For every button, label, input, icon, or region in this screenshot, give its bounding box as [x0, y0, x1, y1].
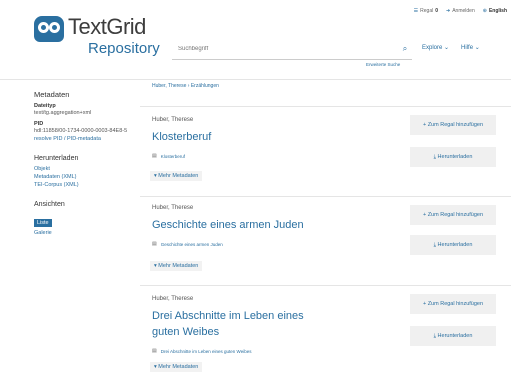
more-metadata-button[interactable]: ▾ Mehr Metadaten [150, 261, 203, 271]
document-icon: ▤ [152, 153, 157, 159]
pid-value: hdl:11858/00-1734-0000-0003-84E8-5 [34, 128, 128, 134]
result-file-label: Klosterberuf [160, 153, 185, 159]
result-item: Huber, Therese Geschichte eines armen Ju… [140, 196, 511, 282]
more-metadata-button[interactable]: ▾ Mehr Metadaten [150, 362, 203, 372]
document-icon: ▤ [152, 241, 157, 247]
main-nav: Explore ⌄ Hilfe ⌄ [422, 44, 480, 51]
owl-logo-icon [34, 16, 64, 42]
download-heading: Herunterladen [34, 155, 79, 162]
page: ☰ Regal 0 ➜ Anmelden ⊕ English TextGrid … [0, 0, 511, 374]
search-bar: ⌕ [172, 38, 412, 60]
breadcrumb[interactable]: Huber, Therese › Erzählungen [152, 83, 219, 89]
search-input[interactable] [172, 45, 398, 52]
search-icon[interactable]: ⌕ [398, 44, 412, 54]
result-file[interactable]: ▤ Drei Abschnitte im Leben eines guten W… [152, 348, 251, 354]
download-metadata-link[interactable]: Metadaten (XML) [34, 173, 134, 181]
nav-help[interactable]: Hilfe ⌄ [461, 44, 480, 51]
view-gallery-link[interactable]: Galerie [34, 229, 134, 237]
result-item: Huber, Therese Klosterberuf ▤ Klosterber… [140, 106, 511, 192]
result-author[interactable]: Huber, Therese [152, 205, 193, 211]
logo-subtitle: Repository [88, 40, 160, 57]
result-file-label: Drei Abschnitte im Leben eines guten Wei… [160, 348, 252, 354]
add-to-shelf-button[interactable]: + Zum Regal hinzufügen [410, 115, 496, 135]
result-file[interactable]: ▤ Klosterberuf [152, 153, 185, 159]
logo-brand: TextGrid [68, 14, 146, 39]
textgrid-logo[interactable]: TextGrid Repository [34, 14, 174, 62]
nav-explore[interactable]: Explore ⌄ [422, 44, 449, 51]
header: TextGrid Repository ⌕ Erweiterte Suche E… [0, 0, 511, 80]
result-author[interactable]: Huber, Therese [152, 296, 193, 302]
download-button[interactable]: ⤓ Herunterladen [410, 326, 496, 346]
resolve-pid-link[interactable]: resolve PID / PID-metadata [34, 135, 134, 143]
result-item: Huber, Therese Drei Abschnitte im Leben … [140, 285, 511, 374]
document-icon: ▤ [152, 348, 157, 354]
file-type-value: text/tg.aggregation+xml [34, 110, 92, 116]
download-tei-link[interactable]: TEI-Corpus (XML) [34, 181, 134, 189]
add-to-shelf-button[interactable]: + Zum Regal hinzufügen [410, 294, 496, 314]
more-metadata-button[interactable]: ▾ Mehr Metadaten [150, 171, 203, 181]
metadata-sidebar: Metadaten Dateityp text/tg.aggregation+x… [34, 90, 134, 237]
download-object-link[interactable]: Objekt [34, 165, 134, 173]
result-title[interactable]: Drei Abschnitte im Leben eines guten Wei… [152, 308, 332, 340]
add-to-shelf-button[interactable]: + Zum Regal hinzufügen [410, 205, 496, 225]
download-button[interactable]: ⤓ Herunterladen [410, 235, 496, 255]
metadata-heading: Metadaten [34, 90, 70, 99]
result-file[interactable]: ▤ Geschichte eines armen Juden [152, 241, 223, 247]
download-button[interactable]: ⤓ Herunterladen [410, 147, 496, 167]
result-title[interactable]: Geschichte eines armen Juden [152, 217, 332, 233]
result-title[interactable]: Klosterberuf [152, 129, 332, 145]
result-author[interactable]: Huber, Therese [152, 117, 193, 123]
views-heading: Ansichten [34, 201, 65, 208]
result-file-label: Geschichte eines armen Juden [160, 241, 223, 247]
advanced-search-link[interactable]: Erweiterte Suche [366, 62, 400, 67]
view-list-button[interactable]: Liste [34, 219, 52, 227]
